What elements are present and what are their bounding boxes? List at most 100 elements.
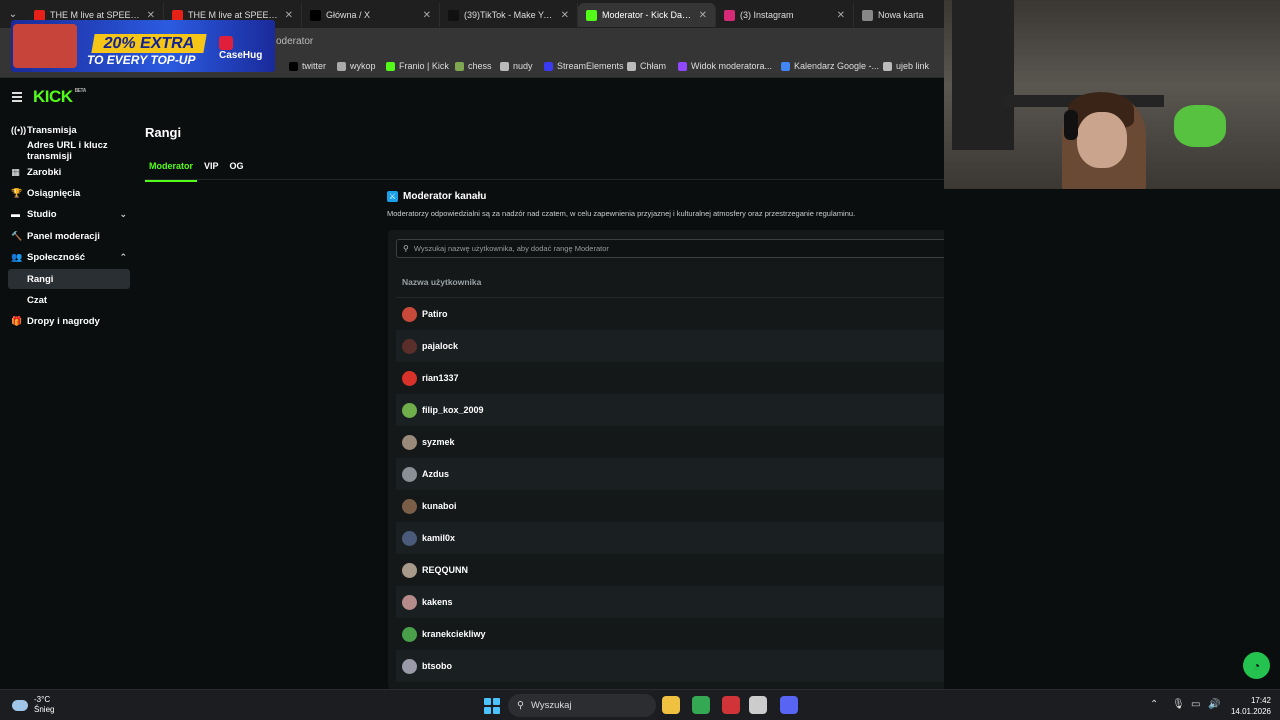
file-explorer-icon[interactable] — [662, 696, 680, 714]
ad-brand-logo: CaseHug — [219, 36, 275, 61]
app-icon-1[interactable] — [722, 696, 740, 714]
avatar[interactable] — [402, 466, 417, 482]
casehug-ad-banner[interactable]: 20% EXTRA TO EVERY TOP-UP CaseHug — [11, 20, 275, 72]
sidebar-item-label: Czat — [27, 294, 48, 306]
tab-close-icon[interactable]: ✕ — [699, 10, 707, 21]
moderator-username[interactable]: kunaboi — [422, 501, 979, 511]
moderator-username[interactable]: syzmek — [422, 437, 979, 447]
bookmark-favicon-icon — [544, 61, 553, 71]
moderator-username[interactable]: Azdus — [422, 469, 979, 479]
moderator-username[interactable]: btsobo — [422, 661, 979, 671]
sidebar-item[interactable]: 👥 Społeczność ⌃ — [8, 247, 130, 267]
kick-logo[interactable]: KICK BETA — [33, 87, 86, 107]
avatar[interactable] — [402, 370, 417, 386]
cam-person-face — [1077, 112, 1127, 168]
moderator-username[interactable]: REQQUNN — [422, 565, 979, 575]
browser-tab[interactable]: Główna / X ✕ — [302, 3, 440, 27]
address-text[interactable]: oderator — [276, 36, 313, 47]
sidebar-item[interactable]: ▬ Studio ⌄ — [8, 204, 130, 224]
ad-subline: TO EVERY TOP-UP — [87, 53, 196, 67]
moderator-username[interactable]: filip_kox_2009 — [422, 405, 979, 415]
sidebar-item[interactable]: 🎁 Dropy i nagrody — [8, 311, 130, 331]
sidebar-item[interactable]: 🔨 Panel moderacji — [8, 226, 130, 246]
moderator-username[interactable]: pajalock — [422, 341, 979, 351]
avatar[interactable] — [402, 498, 417, 514]
tab-title: Moderator - Kick Dashbo — [602, 10, 694, 20]
avatar[interactable] — [402, 658, 417, 674]
moderator-row: rian1337Usuń — [396, 362, 1019, 394]
moderator-row: filip_kox_2009Usuń — [396, 394, 1019, 426]
windows-start-icon[interactable] — [484, 698, 500, 714]
bookmark-item[interactable]: Franio | Kick — [386, 61, 449, 71]
chevron-up-icon[interactable]: ⌃ — [1150, 699, 1158, 710]
chevron-icon[interactable]: ⌄ — [119, 209, 127, 220]
speaker-icon[interactable]: 🔊 — [1208, 699, 1220, 710]
microphone-icon[interactable]: 🎙 — [1172, 699, 1185, 710]
browser-tab[interactable]: (39)TikTok - Make Your D ✕ — [440, 3, 578, 27]
moderator-username[interactable]: rian1337 — [422, 373, 979, 383]
avatar[interactable] — [402, 594, 417, 610]
bookmark-item[interactable]: nudy — [500, 61, 533, 71]
sidebar-item-label: Dropy i nagrody — [27, 315, 100, 327]
column-header-username: Nazwa użytkownika — [402, 277, 482, 287]
browser-tab[interactable]: Moderator - Kick Dashbo ✕ — [578, 3, 716, 27]
bookmark-item[interactable]: wykop — [337, 61, 376, 71]
nav-icon: 👥 — [11, 251, 23, 262]
bookmark-label: Kalendarz Google -... — [794, 61, 880, 71]
avatar[interactable] — [402, 434, 417, 450]
taskbar-search-label: Wyszukaj — [530, 700, 572, 711]
avatar[interactable] — [402, 626, 417, 642]
moderator-username[interactable]: kranekciekliwy — [422, 629, 979, 639]
tab-close-icon[interactable]: ✕ — [147, 10, 155, 21]
sidebar-item-label: Rangi — [27, 273, 54, 285]
avatar[interactable] — [402, 402, 417, 418]
cam-headphones — [1064, 110, 1078, 140]
bookmark-item[interactable]: Widok moderatora... — [678, 61, 772, 71]
sidebar-item[interactable]: ((•)) Transmisja — [8, 120, 130, 140]
taskbar-search[interactable]: ⚲ Wyszukaj — [508, 694, 656, 717]
sidebar-item[interactable]: Czat — [8, 290, 130, 310]
hamburger-menu-icon[interactable] — [12, 92, 22, 104]
moderator-username[interactable]: kamil0x — [422, 533, 979, 543]
tab-title: THE M live at SPEEDLAN — [50, 10, 142, 20]
moderator-search-input[interactable] — [413, 244, 994, 253]
bookmark-item[interactable]: chess — [455, 61, 492, 71]
sidebar-item[interactable]: Rangi — [8, 269, 130, 289]
bookmark-item[interactable]: StreamElements — [544, 61, 624, 71]
avatar[interactable] — [402, 562, 417, 578]
bookmark-favicon-icon — [500, 61, 509, 71]
screen: ⌄ THE M live at SPEEDLAN ✕ THE M live at S… — [0, 0, 1280, 720]
sidebar-item[interactable]: ▦ Zarobki — [8, 162, 130, 182]
chat-support-button[interactable]: ◔ — [1243, 652, 1270, 679]
sidebar-item[interactable]: 🏆 Osiągnięcia — [8, 183, 130, 203]
tab-close-icon[interactable]: ✕ — [285, 10, 293, 21]
weather-widget[interactable]: -3°C Śnieg — [12, 695, 54, 715]
search-icon: ⚲ — [517, 700, 524, 711]
avatar[interactable] — [402, 530, 417, 546]
avatar[interactable] — [402, 306, 417, 322]
avatar[interactable] — [402, 338, 417, 354]
browser-tab[interactable]: (3) Instagram ✕ — [716, 3, 854, 27]
tab-close-icon[interactable]: ✕ — [561, 10, 569, 21]
tab-close-icon[interactable]: ✕ — [837, 10, 845, 21]
tab-close-icon[interactable]: ✕ — [423, 10, 431, 21]
chrome-icon[interactable] — [692, 696, 710, 714]
nav-icon: 🏆 — [11, 187, 23, 198]
moderator-username[interactable]: kakens — [422, 597, 979, 607]
chevron-icon[interactable]: ⌃ — [119, 252, 127, 263]
moderator-row: REQQUNNUsuń — [396, 554, 1019, 586]
bookmark-favicon-icon — [678, 61, 687, 71]
tab-favicon-icon — [586, 9, 597, 21]
bookmark-item[interactable]: ujeb link — [883, 61, 929, 71]
moderator-username[interactable]: Patiro — [422, 309, 979, 319]
system-clock[interactable]: 17:42 14.01.2026 — [1227, 695, 1271, 717]
moderator-search-field[interactable]: ⚲ — [396, 239, 1019, 258]
app-icon-2[interactable] — [749, 696, 767, 714]
sidebar-item[interactable]: Adres URL i klucz transmisji — [8, 140, 130, 162]
display-icon[interactable]: ▭ — [1191, 699, 1200, 710]
ad-headline: 20% EXTRA — [91, 34, 207, 53]
bookmark-item[interactable]: twitter — [289, 61, 326, 71]
bookmark-item[interactable]: Kalendarz Google -... — [781, 61, 879, 71]
bookmark-item[interactable]: Chłam — [627, 61, 666, 71]
discord-icon[interactable] — [780, 696, 798, 714]
